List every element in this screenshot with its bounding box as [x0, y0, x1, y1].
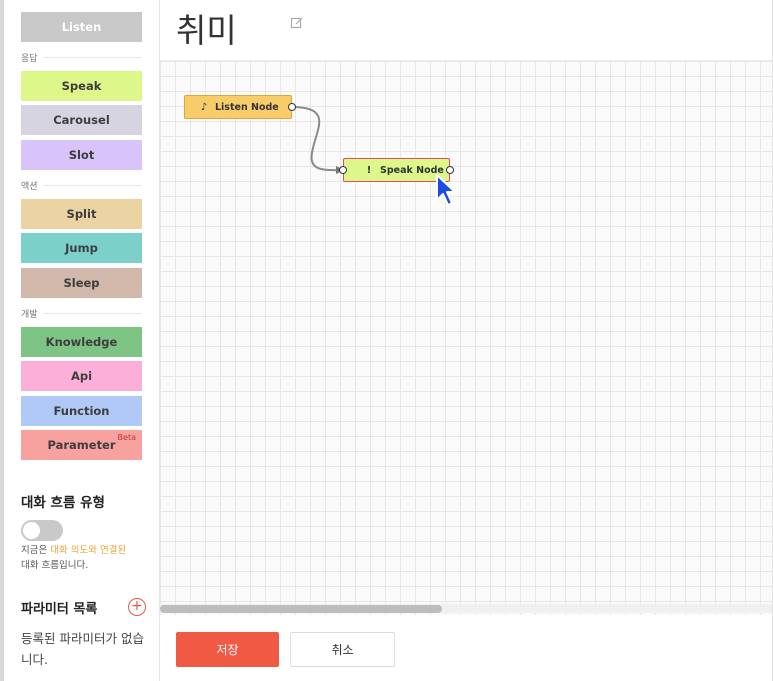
- scrollbar-thumb[interactable]: [160, 605, 442, 613]
- palette-slot[interactable]: Slot: [21, 140, 142, 170]
- connection-wire: [291, 106, 344, 174]
- canvas-horizontal-scrollbar[interactable]: [160, 604, 773, 613]
- input-port[interactable]: [339, 166, 347, 174]
- palette-knowledge[interactable]: Knowledge: [21, 327, 142, 357]
- speak-node[interactable]: ǃ Speak Node: [339, 158, 454, 182]
- flow-type-description: 지금은 대화 의도와 연결된대화 흐름입니다.: [21, 543, 151, 573]
- palette-carousel[interactable]: Carousel: [21, 105, 142, 135]
- parameter-empty-text: 등록된 파라미터가 없습니다.: [21, 631, 144, 667]
- section-divider: [44, 313, 141, 314]
- speak-icon: ǃ: [367, 164, 371, 176]
- flow-type-title: 대화 흐름 유형: [21, 495, 105, 511]
- palette-split[interactable]: Split: [21, 199, 142, 229]
- section-label-dev: 개발: [21, 310, 38, 320]
- palette-function[interactable]: Function: [21, 396, 142, 426]
- flow-desc-prefix: 지금은: [21, 545, 51, 556]
- parameter-list-title: 파라미터 목록: [21, 602, 98, 617]
- listen-node[interactable]: ♪ Listen Node: [184, 95, 296, 119]
- cancel-button[interactable]: 취소: [290, 632, 395, 667]
- flow-desc-highlight: 대화 의도와 연결된: [50, 545, 127, 556]
- palette-speak[interactable]: Speak: [21, 71, 142, 101]
- section-label-response: 응답: [21, 54, 38, 64]
- toggle-knob: [23, 522, 40, 539]
- palette-jump[interactable]: Jump: [21, 233, 142, 263]
- palette-api[interactable]: Api: [21, 361, 142, 391]
- flow-type-toggle[interactable]: [21, 520, 63, 541]
- save-button[interactable]: 저장: [176, 632, 279, 667]
- edit-icon[interactable]: [290, 16, 304, 30]
- node-palette-sidebar: Listen 응답 Speak Carousel Slot 액션 Split J…: [4, 0, 160, 681]
- section-label-action: 액션: [21, 182, 38, 192]
- listen-node-label: Listen Node: [215, 101, 279, 113]
- flow-canvas[interactable]: ♪ Listen Node ǃ Speak Node: [160, 60, 773, 615]
- page-title: 취미: [176, 11, 237, 50]
- palette-parameter[interactable]: Parameter Beta: [21, 430, 142, 460]
- add-parameter-button[interactable]: +: [128, 598, 146, 616]
- palette-parameter-label: Parameter: [47, 438, 116, 452]
- palette-sleep[interactable]: Sleep: [21, 268, 142, 298]
- ear-icon: ♪: [200, 101, 208, 113]
- output-port[interactable]: [288, 103, 296, 111]
- mouse-cursor-icon: [436, 174, 456, 206]
- beta-badge: Beta: [117, 433, 136, 442]
- flow-desc-suffix: 대화 흐름입니다.: [21, 560, 89, 571]
- palette-listen[interactable]: Listen: [21, 12, 142, 42]
- section-divider: [44, 57, 141, 58]
- section-divider: [44, 185, 141, 186]
